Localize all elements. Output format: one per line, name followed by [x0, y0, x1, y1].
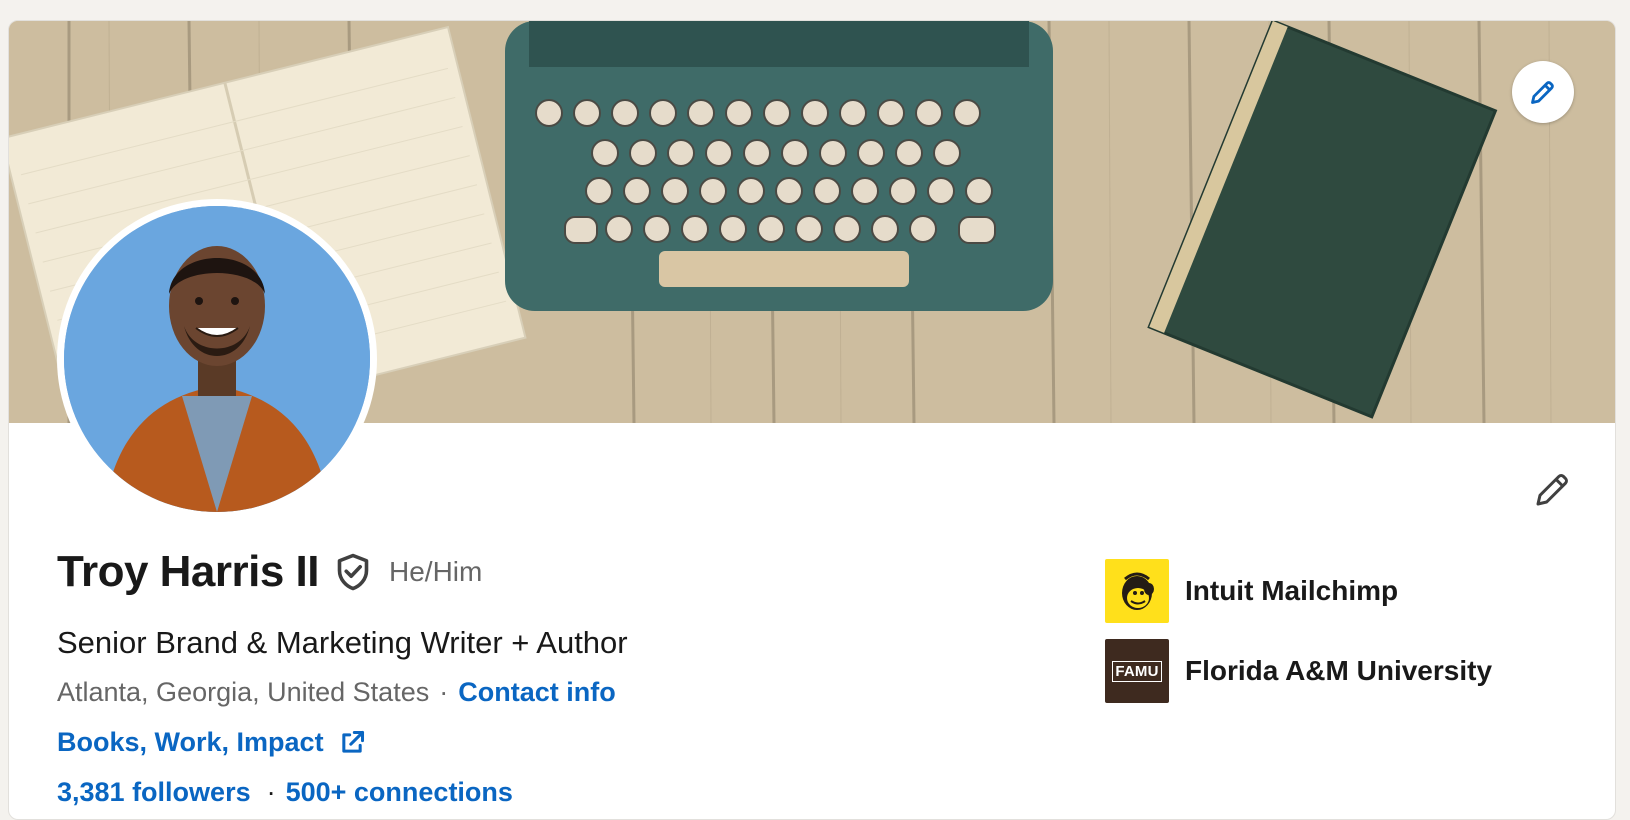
mailchimp-logo [1105, 559, 1169, 623]
org-name: Intuit Mailchimp [1185, 575, 1399, 606]
famu-logo-text: FAMU [1112, 660, 1162, 682]
organizations-list: Intuit Mailchimp FAMU Florida A&M Univer… [1105, 559, 1492, 719]
contact-info-link[interactable]: Contact info [458, 677, 615, 708]
edit-intro-button[interactable] [1525, 461, 1581, 517]
pencil-icon [1536, 474, 1568, 506]
location-row: Atlanta, Georgia, United States · Contac… [57, 677, 616, 708]
pencil-icon [1531, 81, 1554, 104]
profile-photo[interactable] [57, 199, 377, 519]
name-row: Troy Harris II He/Him [57, 547, 482, 597]
followers-link[interactable]: 3,381 followers [57, 777, 251, 808]
website-link[interactable]: Books, Work, Impact [57, 727, 324, 758]
edit-banner-button[interactable] [1512, 61, 1574, 123]
org-name: Florida A&M University [1185, 655, 1493, 686]
shield-check-icon[interactable] [335, 551, 375, 593]
avatar-image [64, 206, 370, 512]
external-link-icon [338, 728, 368, 758]
location: Atlanta, Georgia, United States [57, 677, 430, 707]
separator-dot: · [266, 777, 276, 807]
avatar [64, 206, 370, 512]
famu-logo: FAMU [1105, 639, 1169, 703]
connections-link[interactable]: 500+ connections [286, 777, 513, 808]
separator-dot: · [439, 677, 449, 707]
profile-headline: Senior Brand & Marketing Writer + Author [57, 625, 628, 660]
website-link-row[interactable]: Books, Work, Impact [57, 727, 368, 758]
network-stats: 3,381 followers · 500+ connections [57, 777, 513, 808]
org-item-current-company[interactable]: Intuit Mailchimp [1105, 559, 1492, 623]
org-item-education[interactable]: FAMU Florida A&M University [1105, 639, 1492, 703]
pronouns: He/Him [389, 556, 483, 587]
profile-name: Troy Harris II [57, 547, 320, 596]
profile-card: Troy Harris II He/Him Senior Brand & Mar… [8, 20, 1616, 820]
